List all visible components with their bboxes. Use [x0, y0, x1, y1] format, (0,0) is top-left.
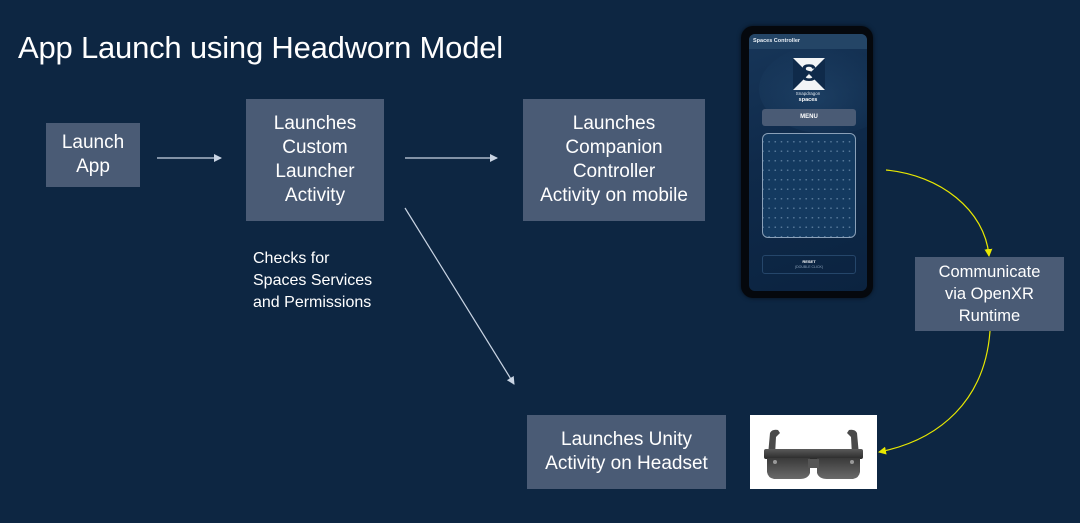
brand-bottom-text: spaces — [798, 97, 818, 103]
connectors — [157, 154, 993, 455]
reset-sublabel: (DOUBLE CLICK) — [794, 265, 823, 269]
arrow-launcher-to-unity — [404, 207, 515, 385]
phone-mockup: Spaces Controller S Snapdragon spaces ME… — [741, 26, 873, 298]
arrow-openxr-to-glasses — [878, 330, 991, 455]
snapdragon-spaces-logo-icon: S — [793, 58, 825, 90]
menu-button[interactable]: MENU — [762, 109, 856, 126]
arrow-phone-to-openxr — [885, 169, 993, 257]
app-bar-title: Spaces Controller — [749, 34, 867, 49]
brand-top-text: Snapdragon — [795, 91, 821, 96]
glasses-icon — [764, 429, 863, 479]
reset-button[interactable]: RESET (DOUBLE CLICK) — [762, 255, 856, 274]
ar-glasses-image — [750, 415, 877, 489]
touchpad-area[interactable] — [762, 133, 856, 238]
phone-screen: Spaces Controller S Snapdragon spaces ME… — [749, 34, 867, 291]
